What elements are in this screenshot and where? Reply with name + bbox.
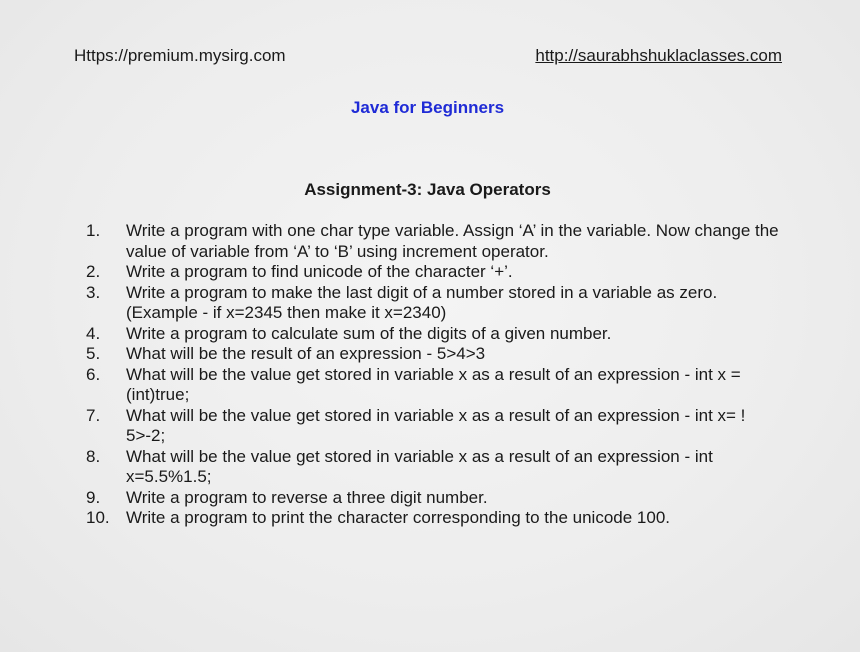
question-text: Write a program to find unicode of the c… <box>126 262 513 281</box>
question-number: 3. <box>86 282 101 302</box>
question-text: Write a program to make the last digit o… <box>126 282 718 323</box>
question-text: Write a program to calculate sum of the … <box>126 323 612 343</box>
header-right-link[interactable]: http://saurabhshuklaclasses.com <box>535 46 782 66</box>
question-text: What will be the value get stored in var… <box>126 405 746 446</box>
question-number: 6. <box>86 364 101 384</box>
question-text: What will be the value get stored in var… <box>126 446 713 487</box>
question-list: 1. Write a program with one char type va… <box>86 221 786 529</box>
question-number: 5. <box>86 344 101 363</box>
course-title: Java for Beginners <box>350 98 505 117</box>
question-number: 9. <box>86 487 101 507</box>
question-item-10: 10. Write a program to print the charact… <box>86 508 786 529</box>
assignment-title: Assignment-3: Java Operators <box>304 180 551 199</box>
document-page: Https://premium.mysirg.com http://saurab… <box>0 0 860 652</box>
question-text: What will be the value get stored in var… <box>126 364 741 405</box>
question-text: Write a program to reverse a three digit… <box>126 487 488 507</box>
question-text: What will be the result of an expression… <box>126 344 486 363</box>
question-item-2: 2. Write a program to find unicode of th… <box>86 262 786 283</box>
question-item-6: 6. What will be the value get stored in … <box>86 365 786 406</box>
question-number: 2. <box>86 262 101 281</box>
question-text: Write a program with one char type varia… <box>126 221 779 261</box>
question-number: 4. <box>86 323 101 343</box>
question-item-4: 4. Write a program to calculate sum of t… <box>86 324 786 345</box>
question-item-5: 5. What will be the result of an express… <box>86 344 786 365</box>
question-item-1: 1. Write a program with one char type va… <box>86 221 786 262</box>
question-number: 10. <box>86 508 110 527</box>
question-item-9: 9. Write a program to reverse a three di… <box>86 488 786 509</box>
question-number: 1. <box>86 221 101 240</box>
header-left-url: Https://premium.mysirg.com <box>74 46 286 65</box>
question-number: 7. <box>86 405 101 425</box>
question-text: Write a program to print the character c… <box>126 508 670 527</box>
question-number: 8. <box>86 446 101 466</box>
question-item-3: 3. Write a program to make the last digi… <box>86 283 786 324</box>
question-item-7: 7. What will be the value get stored in … <box>86 406 786 447</box>
question-item-8: 8. What will be the value get stored in … <box>86 447 786 488</box>
